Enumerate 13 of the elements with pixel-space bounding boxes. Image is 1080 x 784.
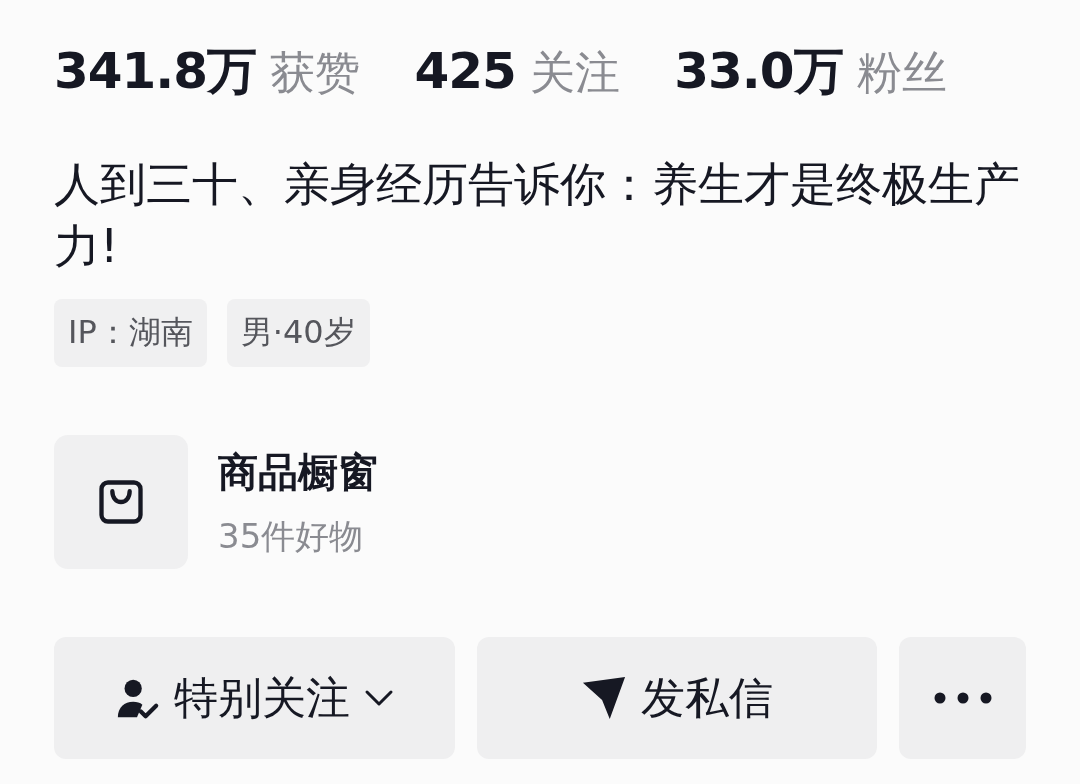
shop-title[interactable]: 商品橱窗: [218, 444, 378, 500]
follow-button[interactable]: 特别关注: [54, 637, 455, 759]
stat-text[interactable]: 425 关注: [414, 42, 621, 103]
chevron-down-icon: [364, 688, 395, 708]
stat-text[interactable]: 341.8万 获赞: [54, 38, 361, 105]
info-tag: IP：湖南: [54, 299, 207, 367]
shop-icon-tile[interactable]: [54, 435, 188, 569]
more-icon: [932, 691, 993, 705]
bio-text: 人到三十、亲身经历告诉你：养生才是终极生产力!: [54, 156, 1021, 275]
info-tag: 男·40岁: [226, 299, 370, 367]
message-button[interactable]: 发私信: [476, 637, 878, 759]
shop-subtitle: 35件好物: [218, 514, 365, 558]
stat-text[interactable]: 33.0万 粉丝: [674, 38, 947, 105]
